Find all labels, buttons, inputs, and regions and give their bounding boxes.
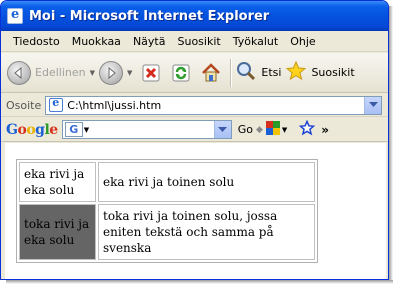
back-button[interactable]: Edellinen ▼ (7, 57, 95, 89)
back-dropdown-icon[interactable]: ▼ (90, 69, 95, 77)
table-cell: toka rivi ja toinen solu, jossa eniten t… (98, 204, 315, 260)
forward-arrow-icon (98, 60, 123, 85)
address-input[interactable]: C:\html\jussi.htm (45, 95, 382, 115)
stop-icon[interactable] (139, 61, 163, 85)
menu-edit[interactable]: Muokkaa (66, 35, 127, 48)
pagerank-caret-icon[interactable]: ▼ (282, 126, 287, 134)
content-table: eka rivi ja eka solu eka rivi ja toinen … (16, 159, 318, 263)
standard-toolbar: Edellinen ▼ ▼ Etsi Suosikit (1, 53, 388, 93)
menu-help[interactable]: Ohje (284, 35, 321, 48)
google-g-icon[interactable]: G (64, 122, 83, 137)
ie-page-icon[interactable] (7, 7, 23, 24)
address-bar: Osoite C:\html\jussi.htm (1, 94, 388, 117)
table-cell-highlighted: toka rivi ja eka solu (19, 204, 96, 260)
menu-view[interactable]: Näytä (127, 35, 172, 48)
table-row: toka rivi ja eka solu toka rivi ja toine… (19, 204, 315, 260)
refresh-icon[interactable] (169, 61, 193, 85)
google-toolbar: Google G ▼ Go ◆ ▼ » (1, 118, 388, 142)
forward-button[interactable]: ▼ (98, 57, 132, 89)
window-shadow-bottom (6, 280, 393, 284)
menu-bar: Tiedosto Muokkaa Näytä Suosikit Työkalut… (1, 31, 388, 52)
google-go-button[interactable]: Go (238, 123, 253, 136)
google-logo[interactable]: Google (6, 122, 58, 138)
favorites-label: Suosikit (311, 66, 355, 79)
google-search-input[interactable]: G ▼ (61, 120, 232, 139)
table-row: eka rivi ja eka solu eka rivi ja toinen … (19, 162, 315, 202)
browser-window: Moi - Microsoft Internet Explorer Tiedos… (0, 0, 389, 280)
google-menu-caret-icon[interactable]: ▼ (84, 126, 89, 134)
more-chevron-icon[interactable]: » (321, 123, 329, 137)
window-title: Moi - Microsoft Internet Explorer (29, 8, 270, 24)
window-shadow-right (389, 6, 393, 284)
back-label: Edellinen (35, 66, 86, 79)
google-search-dropdown-icon[interactable] (213, 121, 231, 138)
favorites-button[interactable]: Suosikit (285, 57, 355, 89)
toolbar-separator (230, 58, 232, 87)
table-cell: eka rivi ja toinen solu (98, 162, 315, 202)
title-bar[interactable]: Moi - Microsoft Internet Explorer (1, 1, 388, 31)
favorites-star-icon (285, 60, 307, 85)
bookmark-star-icon[interactable] (298, 119, 316, 139)
address-label: Osoite (6, 98, 42, 112)
search-label: Etsi (261, 66, 282, 79)
ie-page-icon (49, 96, 64, 112)
address-value: C:\html\jussi.htm (67, 98, 162, 112)
forward-dropdown-icon[interactable]: ▼ (127, 69, 132, 77)
back-arrow-icon (7, 60, 31, 85)
page-content: eka rivi ja eka solu eka rivi ja toinen … (5, 143, 386, 279)
menu-tools[interactable]: Työkalut (227, 35, 285, 48)
address-dropdown-icon[interactable] (364, 96, 381, 114)
search-magnifier-icon (235, 60, 257, 85)
menu-favorites[interactable]: Suosikit (171, 35, 226, 48)
google-options-icon[interactable]: ◆ (256, 125, 263, 135)
home-icon[interactable] (199, 61, 223, 85)
pagerank-icon[interactable] (265, 121, 280, 138)
search-button[interactable]: Etsi (235, 57, 281, 89)
table-cell: eka rivi ja eka solu (19, 162, 96, 202)
menu-file[interactable]: Tiedosto (7, 35, 66, 48)
